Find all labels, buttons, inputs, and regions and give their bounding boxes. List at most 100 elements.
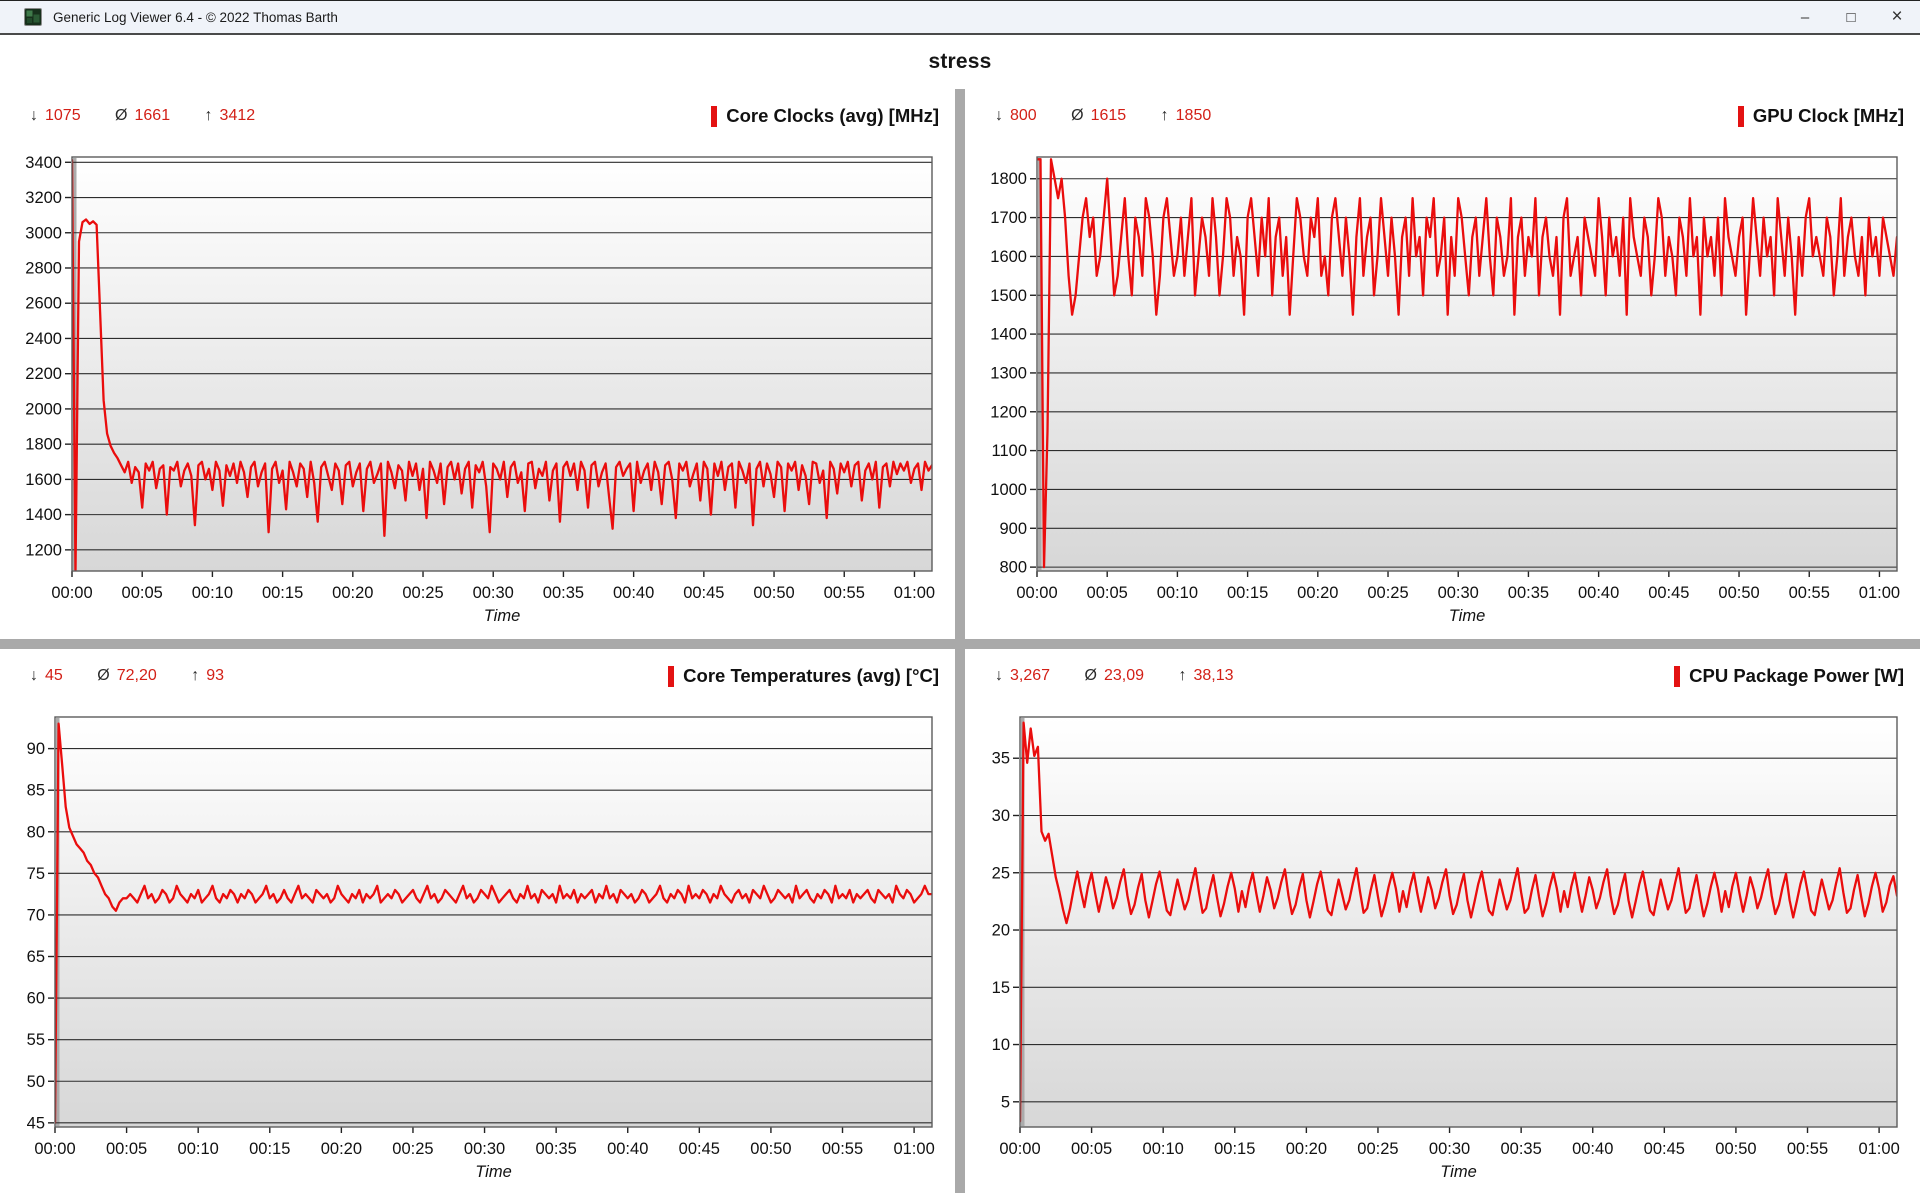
chart-title-text: Core Clocks (avg) [MHz] xyxy=(726,105,939,127)
maximize-button[interactable]: □ xyxy=(1828,1,1874,33)
stat-avg-value: 23,09 xyxy=(1104,667,1144,684)
svg-text:45: 45 xyxy=(27,1114,45,1132)
svg-text:00:25: 00:25 xyxy=(1367,584,1408,602)
min-arrow-icon: ↓ xyxy=(30,667,38,684)
svg-text:70: 70 xyxy=(27,906,45,924)
avg-symbol-icon: Ø xyxy=(115,107,127,124)
svg-text:2000: 2000 xyxy=(25,400,62,418)
panel-head: ↓3,267 Ø23,09 ↑38,13 CPU Package Power [… xyxy=(975,665,1920,705)
stat-min: ↓ 800 xyxy=(995,107,1037,124)
window-controls: – □ × xyxy=(1782,1,1920,33)
svg-text:00:00: 00:00 xyxy=(999,1140,1040,1158)
stat-max: ↑ 3412 xyxy=(205,107,256,124)
chart-panel-gpu-clock: ↓800 Ø1615 ↑1850 GPU Clock [MHz] 8009001… xyxy=(965,89,1920,639)
close-button[interactable]: × xyxy=(1874,1,1920,33)
svg-text:01:00: 01:00 xyxy=(894,584,935,602)
window-title-bar[interactable]: Generic Log Viewer 6.4 - © 2022 Thomas B… xyxy=(0,1,1920,35)
svg-text:00:10: 00:10 xyxy=(1157,584,1198,602)
svg-text:25: 25 xyxy=(992,864,1010,882)
svg-text:00:45: 00:45 xyxy=(1644,1140,1685,1158)
window-title: Generic Log Viewer 6.4 - © 2022 Thomas B… xyxy=(53,10,338,25)
svg-text:30: 30 xyxy=(992,807,1010,825)
series-color-bar xyxy=(1738,106,1744,127)
svg-text:80: 80 xyxy=(27,823,45,841)
svg-text:900: 900 xyxy=(999,520,1027,538)
chart-title: CPU Package Power [W] xyxy=(1674,665,1904,687)
stat-min-value: 800 xyxy=(1010,107,1037,124)
min-arrow-icon: ↓ xyxy=(995,667,1003,684)
stat-max-value: 1850 xyxy=(1176,107,1212,124)
stat-min: ↓45 xyxy=(30,667,63,684)
svg-text:01:00: 01:00 xyxy=(1858,1140,1899,1158)
minimize-button[interactable]: – xyxy=(1782,1,1828,33)
chart-title: GPU Clock [MHz] xyxy=(1738,105,1904,127)
svg-text:00:15: 00:15 xyxy=(1227,584,1268,602)
chart-stats: ↓3,267 Ø23,09 ↑38,13 xyxy=(995,667,1264,685)
svg-text:2600: 2600 xyxy=(25,295,62,313)
chart-stats: ↓1075 Ø1661 ↑3412 xyxy=(30,107,285,125)
chart-title-text: CPU Package Power [W] xyxy=(1689,665,1904,687)
stat-max: ↑1850 xyxy=(1161,107,1212,124)
panel-head: ↓800 Ø1615 ↑1850 GPU Clock [MHz] xyxy=(975,105,1920,145)
stat-max-value: 3412 xyxy=(220,107,256,124)
core-clocks-chart: 1200140016001800200022002400260028003000… xyxy=(10,145,946,629)
stat-max-value: 93 xyxy=(206,667,224,684)
svg-text:1800: 1800 xyxy=(25,436,62,454)
svg-text:00:35: 00:35 xyxy=(1500,1140,1541,1158)
app-icon xyxy=(24,8,42,26)
svg-text:00:05: 00:05 xyxy=(122,584,163,602)
core-temperatures-chart: 4550556065707580859000:0000:0500:1000:15… xyxy=(10,705,946,1185)
svg-text:00:30: 00:30 xyxy=(473,584,514,602)
svg-text:1600: 1600 xyxy=(25,471,62,489)
avg-symbol-icon: Ø xyxy=(1085,667,1097,684)
svg-text:3200: 3200 xyxy=(25,189,62,207)
svg-text:00:50: 00:50 xyxy=(1718,584,1759,602)
svg-text:50: 50 xyxy=(27,1073,45,1091)
svg-text:00:55: 00:55 xyxy=(822,1140,863,1158)
svg-text:3000: 3000 xyxy=(25,224,62,242)
cpu-package-power-chart: 510152025303500:0000:0500:1000:1500:2000… xyxy=(975,705,1911,1185)
svg-text:00:55: 00:55 xyxy=(1789,584,1830,602)
stat-min: ↓1075 xyxy=(30,107,81,124)
svg-text:5: 5 xyxy=(1001,1093,1010,1111)
chart-title-text: Core Temperatures (avg) [°C] xyxy=(683,665,939,687)
svg-text:Time: Time xyxy=(475,1163,512,1181)
avg-symbol-icon: Ø xyxy=(97,667,109,684)
chart-title-text: GPU Clock [MHz] xyxy=(1753,105,1904,127)
svg-text:1000: 1000 xyxy=(990,481,1027,499)
svg-text:01:00: 01:00 xyxy=(893,1140,934,1158)
stat-avg: Ø72,20 xyxy=(97,667,157,684)
svg-text:00:40: 00:40 xyxy=(613,584,654,602)
svg-text:00:45: 00:45 xyxy=(679,1140,720,1158)
svg-text:00:10: 00:10 xyxy=(178,1140,219,1158)
panel-head: ↓45 Ø72,20 ↑93 Core Temperatures (avg) [… xyxy=(10,665,955,705)
svg-text:55: 55 xyxy=(27,1031,45,1049)
svg-text:15: 15 xyxy=(992,979,1010,997)
svg-text:90: 90 xyxy=(27,740,45,758)
svg-text:00:05: 00:05 xyxy=(1071,1140,1112,1158)
svg-text:00:20: 00:20 xyxy=(321,1140,362,1158)
stat-max: ↑93 xyxy=(191,667,224,684)
svg-text:00:40: 00:40 xyxy=(1572,1140,1613,1158)
svg-text:00:25: 00:25 xyxy=(402,584,443,602)
svg-text:00:50: 00:50 xyxy=(1715,1140,1756,1158)
svg-text:00:40: 00:40 xyxy=(1578,584,1619,602)
svg-text:00:55: 00:55 xyxy=(824,584,865,602)
svg-text:20: 20 xyxy=(992,922,1010,940)
chart-stats: ↓45 Ø72,20 ↑93 xyxy=(30,667,254,685)
svg-text:00:15: 00:15 xyxy=(262,584,303,602)
charts-grid: ↓1075 Ø1661 ↑3412 Core Clocks (avg) [MHz… xyxy=(0,89,1920,1193)
svg-text:00:00: 00:00 xyxy=(1016,584,1057,602)
svg-text:00:30: 00:30 xyxy=(1429,1140,1470,1158)
max-arrow-icon: ↑ xyxy=(205,107,213,124)
log-header: stress xyxy=(0,35,1920,89)
stat-max-value: 38,13 xyxy=(1193,667,1233,684)
svg-text:Time: Time xyxy=(1449,607,1486,625)
stat-min: ↓3,267 xyxy=(995,667,1050,684)
svg-text:00:20: 00:20 xyxy=(1286,1140,1327,1158)
stat-avg: Ø 23,09 xyxy=(1085,667,1145,684)
min-arrow-icon: ↓ xyxy=(995,107,1003,124)
svg-text:1500: 1500 xyxy=(990,287,1027,305)
svg-text:1600: 1600 xyxy=(990,248,1027,266)
panel-head: ↓1075 Ø1661 ↑3412 Core Clocks (avg) [MHz… xyxy=(10,105,955,145)
